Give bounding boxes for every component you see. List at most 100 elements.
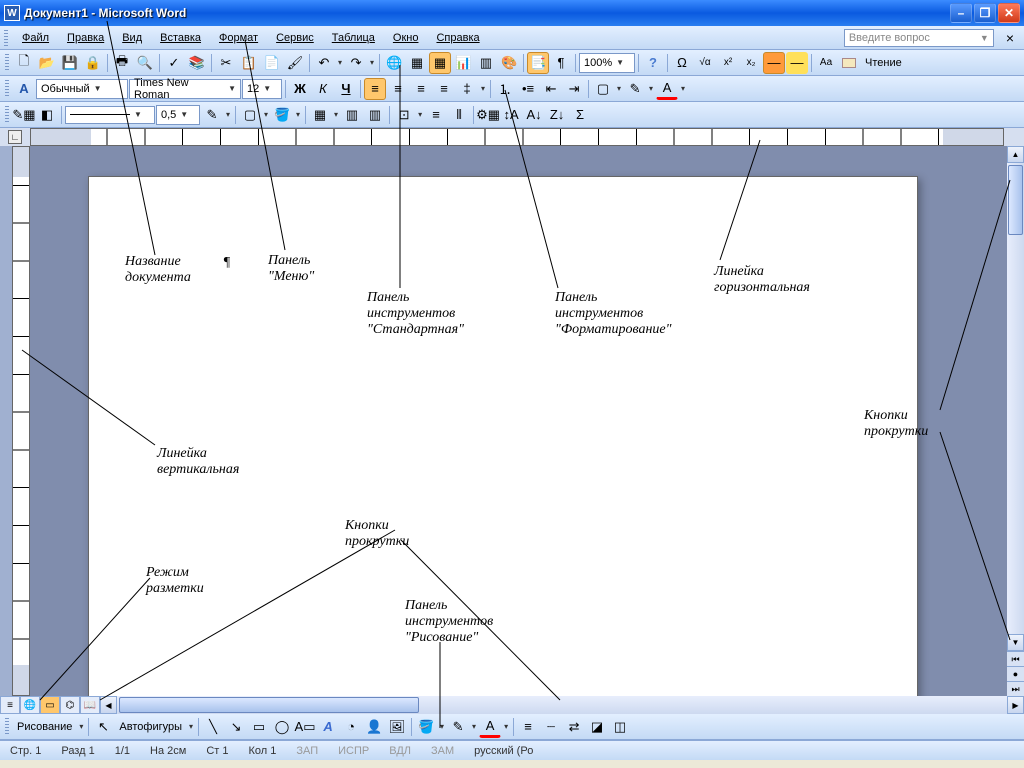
shadow-icon[interactable]: ◪ [586,716,608,738]
borders-icon[interactable]: ▢ [592,78,614,100]
sort-asc-icon[interactable]: A↓ [523,104,545,126]
reading-label[interactable]: Чтение [861,57,906,69]
fill-color-icon[interactable]: 🪣 [415,716,437,738]
paste-icon[interactable]: 📄 [261,52,283,74]
menu-format[interactable]: Формат [211,30,266,46]
print-preview-icon[interactable]: 🔍 [134,52,156,74]
align-left-icon[interactable]: ≡ [364,78,386,100]
equation-icon[interactable]: √α [694,52,716,74]
outline-view-icon[interactable]: ⌬ [60,696,80,714]
insert-excel-icon[interactable]: 📊 [452,52,474,74]
close-button[interactable]: ✕ [998,3,1020,23]
sort-desc-icon[interactable]: Z↓ [546,104,568,126]
merge-cells-icon[interactable]: ▥ [341,104,363,126]
menu-view[interactable]: Вид [114,30,150,46]
help-icon[interactable]: ? [642,52,664,74]
save-icon[interactable]: 💾 [59,52,81,74]
arrow-icon[interactable]: ↘ [225,716,247,738]
font-size-combo[interactable]: 12▼ [242,79,282,99]
toolbar-grip[interactable] [5,106,9,124]
scroll-right-icon[interactable]: ▶ [1007,696,1024,714]
menu-insert[interactable]: Вставка [152,30,209,46]
insert-table-icon[interactable]: ▦ [429,52,451,74]
permission-icon[interactable]: 🔒 [82,52,104,74]
styles-pane-icon[interactable]: A [13,78,35,100]
horizontal-scrollbar[interactable]: ◀ ▶ [100,696,1024,714]
bold-button[interactable]: Ж [289,78,311,100]
drawing-menu-dropdown[interactable]: ▾ [77,722,85,731]
doc-map-icon[interactable]: 📑 [527,52,549,74]
horizontal-ruler[interactable] [30,128,1004,146]
status-rec[interactable]: ЗАП [292,745,322,757]
autosum-icon[interactable]: Σ [569,104,591,126]
omega-icon[interactable]: Ω [671,52,693,74]
status-language[interactable]: русский (Ро [470,745,537,757]
font-combo[interactable]: Times New Roman▼ [129,79,241,99]
next-page-icon[interactable]: ⏭ [1007,681,1024,696]
rectangle-icon[interactable]: ▭ [248,716,270,738]
shading-color-dropdown[interactable]: ▾ [294,110,302,119]
autoshapes-menu[interactable]: Автофигуры [115,721,186,733]
scroll-left-icon[interactable]: ◀ [100,696,117,714]
spellcheck-icon[interactable]: ✓ [163,52,185,74]
draw-table-icon[interactable]: ✎▦ [13,104,35,126]
scroll-up-icon[interactable]: ▲ [1007,146,1024,163]
web-view-icon[interactable]: 🌐 [20,696,40,714]
document-page[interactable] [88,176,918,696]
menu-window[interactable]: Окно [385,30,427,46]
line-spacing-dropdown[interactable]: ▾ [479,84,487,93]
line-spacing-icon[interactable]: ‡ [456,78,478,100]
align-justify-icon[interactable]: ≡ [433,78,455,100]
outside-border-dropdown[interactable]: ▾ [262,110,270,119]
underline-button[interactable]: Ч [335,78,357,100]
highlight-icon[interactable]: ✎ [624,78,646,100]
vertical-ruler[interactable] [12,146,30,696]
open-icon[interactable]: 📂 [36,52,58,74]
menu-edit[interactable]: Правка [59,30,112,46]
borders-dropdown[interactable]: ▾ [615,84,623,93]
cut-icon[interactable]: ✂ [215,52,237,74]
clipart-icon[interactable]: 👤 [363,716,385,738]
drawing-menu[interactable]: Рисование [13,721,76,733]
normal-view-icon[interactable]: ≡ [0,696,20,714]
distribute-rows-icon[interactable]: ≡ [425,104,447,126]
font-color-icon[interactable]: A [656,78,678,100]
line-style-icon[interactable]: ≡ [517,716,539,738]
copy-icon[interactable]: 📋 [238,52,260,74]
distribute-cols-icon[interactable]: ⫴ [448,104,470,126]
tables-borders-icon[interactable]: ▦ [406,52,428,74]
align-right-icon[interactable]: ≡ [410,78,432,100]
menu-tools[interactable]: Сервис [268,30,322,46]
style-combo[interactable]: Обычный▼ [36,79,128,99]
highlight-dropdown[interactable]: ▾ [647,84,655,93]
menu-help[interactable]: Справка [428,30,487,46]
select-objects-icon[interactable]: ↖ [92,716,114,738]
undo-dropdown[interactable]: ▾ [336,58,344,67]
insert-table-btn-icon[interactable]: ▦ [309,104,331,126]
maximize-button[interactable]: ❐ [974,3,996,23]
text-direction-icon[interactable]: ↕A [500,104,522,126]
vertical-scrollbar[interactable]: ▲ ▼ ⏮ ● ⏭ [1007,146,1024,696]
split-cells-icon[interactable]: ▥ [364,104,386,126]
scroll-thumb[interactable] [1008,165,1023,235]
border-color-icon[interactable]: ✎ [201,104,223,126]
numbered-list-icon[interactable]: ⒈ [494,78,516,100]
redo-dropdown[interactable]: ▾ [368,58,376,67]
line-weight-combo[interactable]: 0,5▼ [156,105,200,125]
insert-table-dropdown[interactable]: ▾ [332,110,340,119]
textbox-icon[interactable]: A▭ [294,716,316,738]
font-color-dropdown[interactable]: ▾ [679,84,687,93]
shading-color-icon[interactable]: 🪣 [271,104,293,126]
superscript-icon[interactable]: x² [717,52,739,74]
print-layout-view-icon[interactable]: ▭ [40,696,60,714]
cell-align-dropdown[interactable]: ▾ [416,110,424,119]
scroll-down-icon[interactable]: ▼ [1007,634,1024,651]
format-painter-icon[interactable]: 🖌 [284,52,306,74]
toolbar-grip[interactable] [5,718,9,736]
eraser-icon[interactable]: ◧ [36,104,58,126]
print-icon[interactable]: 🖶 [111,52,133,74]
diagram-icon[interactable]: ◔ [340,716,362,738]
line-color-dropdown[interactable]: ▾ [470,722,478,731]
bulleted-list-icon[interactable]: •≡ [517,78,539,100]
document-viewport[interactable] [30,146,1007,696]
